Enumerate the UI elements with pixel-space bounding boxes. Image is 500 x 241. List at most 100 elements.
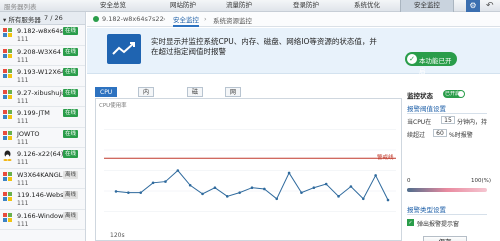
windows-icon (3, 110, 12, 119)
chart-x-label: 120s (110, 232, 125, 239)
server-list-item[interactable]: 9.182-w8x64s 111 在线 (0, 25, 85, 46)
popup-alarm-label: 弹出报警提示窗 (417, 221, 460, 228)
monitor-settings: 监控状态 已开启 报警阀值设置 当CPU在 15 分钟内，持 续超过 60 %时… (407, 90, 500, 241)
server-name: 119.146-Webs (17, 191, 64, 199)
server-list-item[interactable]: 119.146-Webs 111 离线 (0, 189, 85, 210)
server-status-badge: 离线 (63, 170, 79, 179)
feature-enabled-toggle[interactable]: ✓ 本功能已开启 (405, 52, 457, 75)
tab-disk[interactable]: 磁盘 (187, 87, 204, 106)
scale-max: 100(%) (471, 178, 492, 184)
tab-optimize[interactable]: 系统优化 (346, 0, 388, 12)
server-status-badge: 在线 (63, 88, 79, 97)
windows-icon (3, 69, 12, 78)
popup-alarm-checkbox[interactable]: ✓ (407, 219, 414, 226)
cpu-data-point (275, 197, 279, 201)
server-list-item[interactable]: 9.193-W12X64 111 在线 (0, 66, 85, 87)
server-name: 9.208-W3X64 (17, 47, 61, 56)
cpu-data-point (337, 195, 340, 198)
server-list-item[interactable]: 9.27-xibushuju 111 在线 (0, 87, 85, 107)
main-panel: 9.182-w8x64s7s22 › 安全监控 › 系统资源监控 实时显示并监控… (87, 12, 500, 241)
tab-monitor[interactable]: 安全监控 (400, 0, 454, 12)
server-name: 9.27-xibushuju (17, 88, 66, 97)
server-list-item[interactable]: 9.199-JTM 111 在线 (0, 107, 85, 128)
alarm-threshold-section: 报警阀值设置 (407, 103, 487, 114)
monitor-status-toggle[interactable]: 已开启 (443, 90, 465, 98)
feature-banner: 实时显示并监控系统CPU、内存、磁盘、网络IO等资源的状态值，并在超过指定阀值时… (87, 28, 500, 75)
minutes-input[interactable]: 15 (441, 116, 455, 124)
server-sub: 111 (17, 159, 29, 166)
tab-website[interactable]: 网站防护 (162, 0, 204, 12)
cpu-data-point (127, 191, 130, 194)
breadcrumb-sub: 系统资源监控 (213, 17, 252, 25)
app-title: 服务器列表 (4, 3, 37, 11)
server-sub: 111 (17, 118, 29, 125)
windows-icon (3, 212, 12, 222)
save-button[interactable]: 保存 (423, 236, 467, 241)
back-arrow-icon[interactable]: ↶ (486, 0, 494, 12)
cpu-data-point (188, 183, 192, 187)
over-label: 续超过 (407, 132, 426, 139)
cpu-data-point (374, 174, 377, 177)
threshold-slider[interactable] (407, 188, 487, 192)
cpu-data-point (225, 195, 229, 198)
cpu-data-point (238, 191, 241, 194)
cpu-data-point (151, 181, 155, 185)
cpu-data-point (312, 186, 316, 190)
windows-icon (3, 48, 12, 58)
scale-min: 0 (407, 178, 411, 184)
tab-cpu[interactable]: CPU使用率 (95, 87, 118, 116)
server-list-item[interactable]: 9.208-W3X64 111 在线 (0, 46, 85, 66)
tab-login[interactable]: 登录防护 (285, 0, 327, 12)
server-group-label: ▾ 所有服务器 (3, 16, 41, 24)
server-name: 9.126-x22(64) (17, 150, 64, 158)
server-name: JOWTO (17, 129, 40, 138)
server-status-badge: 在线 (63, 27, 79, 35)
cpu-data-point (361, 197, 365, 201)
tab-overview[interactable]: 安全总览 (92, 0, 134, 12)
cpu-data-point (324, 182, 328, 186)
percent-input[interactable]: 60 (433, 129, 447, 137)
check-icon: ✓ (407, 54, 417, 64)
gear-icon[interactable]: ⚙ (466, 0, 480, 12)
server-sub: 111 (17, 36, 29, 43)
server-status-badge: 在线 (63, 47, 79, 56)
server-name: 9.199-JTM (17, 109, 50, 117)
server-sub: 111 (17, 220, 29, 228)
windows-icon (3, 28, 12, 37)
server-list-item[interactable]: W3X64KANGL 111 离线 (0, 169, 85, 189)
tab-traffic[interactable]: 流量防护 (218, 0, 260, 12)
minutes-suffix: 分钟内，持 (457, 119, 488, 126)
windows-icon (3, 130, 12, 140)
breadcrumb: 9.182-w8x64s7s22 › 安全监控 › 系统资源监控 (87, 12, 500, 27)
server-status-badge: 离线 (63, 191, 79, 199)
server-status-badge: 离线 (63, 211, 79, 220)
tab-memory[interactable]: 内存使用率 (138, 87, 155, 136)
tab-network[interactable]: 网络IO (225, 87, 242, 116)
cpu-data-point (164, 180, 167, 183)
cpu-data-point (176, 169, 180, 172)
server-name: W3X64KANGL (17, 170, 63, 179)
breadcrumb-separator: › (163, 15, 166, 23)
server-status-badge: 在线 (63, 129, 79, 138)
server-sub: 111 (17, 138, 29, 146)
monitor-status-label: 监控状态 (407, 92, 433, 100)
monitor-pulse-icon (107, 34, 141, 64)
windows-icon (3, 192, 12, 201)
server-list-item[interactable]: JOWTO 111 在线 (0, 128, 85, 148)
cpu-chart-svg (104, 129, 396, 212)
windows-icon (3, 89, 12, 99)
server-sidebar: ▾ 所有服务器 7 / 26 9.182-w8x64s 111 在线 9.208-W3… (0, 12, 86, 241)
server-list-item[interactable]: 9.166-Window 111 离线 (0, 210, 85, 230)
server-group-header[interactable]: ▾ 所有服务器 7 / 26 (0, 12, 85, 25)
windows-icon (3, 171, 12, 181)
breadcrumb-server[interactable]: 9.182-w8x64s7s22 (102, 15, 164, 23)
cpu-data-point (114, 190, 118, 193)
cpu-data-point (287, 171, 291, 175)
cpu-duration-label: 当CPU在 (407, 119, 432, 126)
server-list-item[interactable]: 9.126-x22(64) 111 在线 (0, 148, 85, 169)
server-name: 9.193-W12X64 (17, 68, 66, 76)
breadcrumb-current[interactable]: 安全监控 (173, 14, 199, 27)
cpu-data-point (250, 186, 254, 190)
server-list: 9.182-w8x64s 111 在线 9.208-W3X64 111 在线 9.193-W… (0, 25, 85, 230)
cpu-data-point (213, 186, 217, 190)
